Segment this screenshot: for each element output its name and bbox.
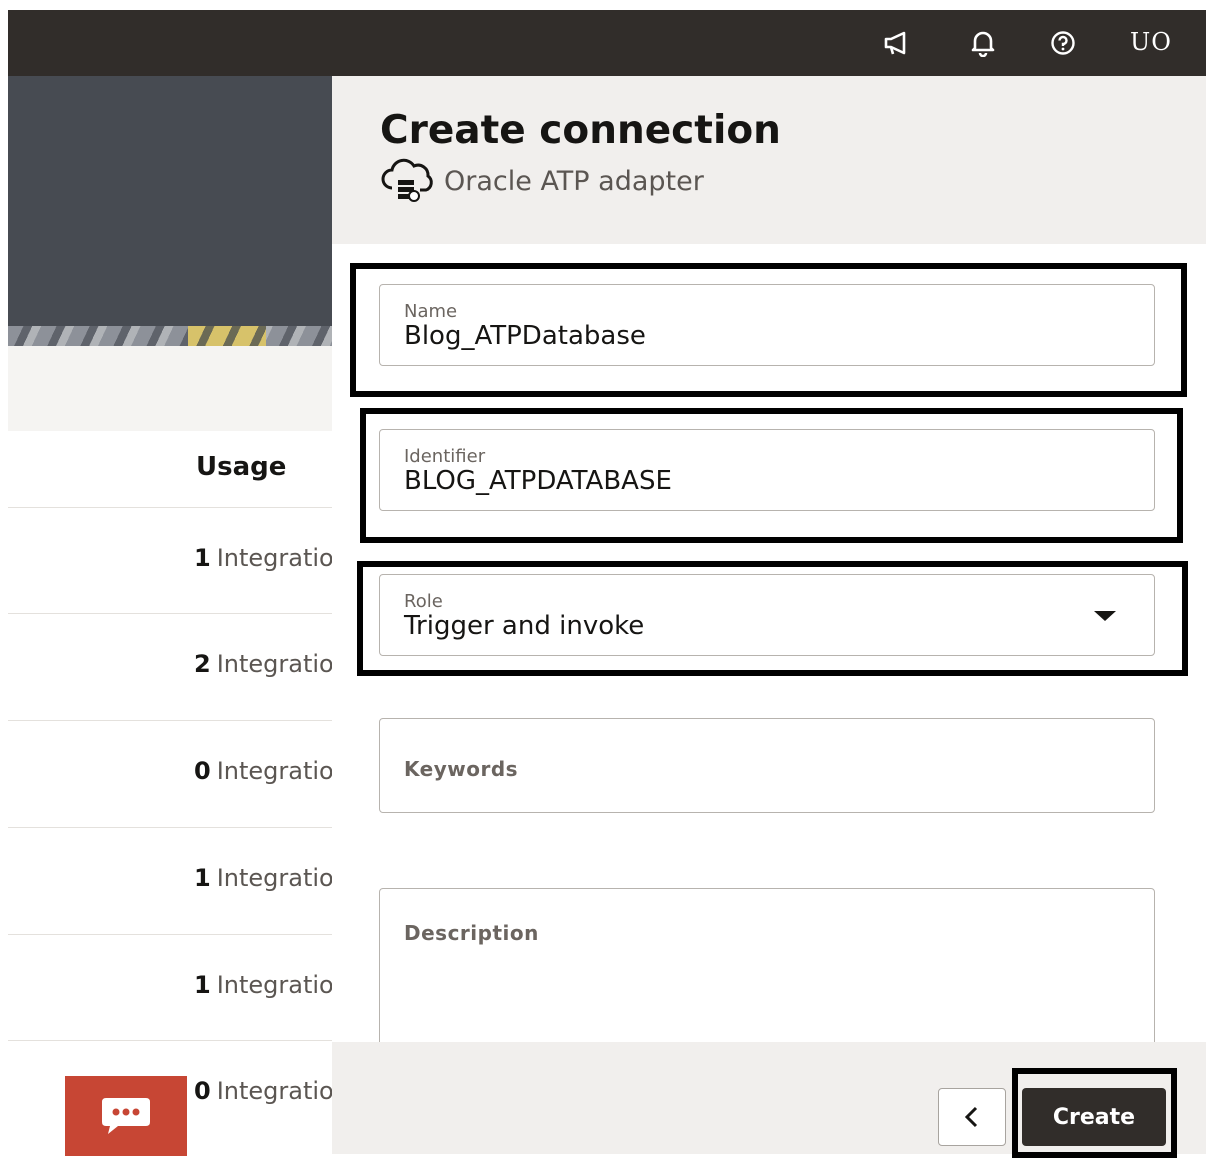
notification-bell-icon[interactable] — [958, 10, 1008, 76]
table-row[interactable]: 1Integrations — [8, 827, 332, 934]
usage-label: Integrations — [216, 1077, 332, 1105]
description-placeholder: Description — [404, 921, 539, 945]
usage-count: 1 — [194, 544, 211, 572]
table-row[interactable]: 1Integrations — [8, 507, 332, 614]
usage-label: Integrations — [216, 757, 332, 785]
chevron-left-icon — [964, 1106, 978, 1128]
description-field[interactable]: Description — [379, 888, 1155, 1058]
usage-count: 1 — [194, 864, 211, 892]
drawer-header: Create connection Oracle ATP adapter — [332, 76, 1206, 244]
adapter-name: Oracle ATP adapter — [444, 165, 704, 197]
help-icon[interactable] — [1038, 10, 1088, 76]
adapter-info: Oracle ATP adapter — [378, 158, 704, 204]
usage-count: 0 — [194, 757, 211, 785]
back-button[interactable] — [938, 1088, 1006, 1146]
highlight-box-name — [350, 263, 1187, 397]
usage-label: Integrations — [216, 544, 332, 572]
chat-bubble-icon — [102, 1098, 150, 1134]
highlight-box-identifier — [360, 408, 1183, 543]
keywords-field[interactable]: Keywords — [379, 718, 1155, 813]
drawer-title: Create connection — [380, 108, 781, 153]
hero-banner — [8, 76, 332, 346]
usage-label: Integrations — [216, 864, 332, 892]
oracle-atp-cloud-icon — [381, 158, 433, 202]
highlight-box-role — [357, 561, 1188, 676]
table-row[interactable]: 0Integrations — [8, 720, 332, 827]
usage-label: Integrations — [216, 650, 332, 678]
background-page: Usage 1Integrations 2Integrations 0Integ… — [8, 76, 332, 1156]
table-row[interactable]: 2Integrations — [8, 613, 332, 720]
highlight-box-create — [1012, 1068, 1177, 1158]
user-avatar[interactable]: UO — [1130, 28, 1172, 56]
table-row[interactable]: 1Integrations — [8, 934, 332, 1041]
usage-count: 2 — [194, 650, 211, 678]
top-bar: UO — [8, 10, 1206, 76]
usage-column-header: Usage — [196, 452, 287, 482]
announcement-icon[interactable] — [872, 10, 922, 76]
usage-label: Integrations — [216, 971, 332, 999]
hero-banner-strip — [8, 326, 332, 346]
usage-count: 1 — [194, 971, 211, 999]
chat-button[interactable] — [65, 1076, 187, 1156]
keywords-placeholder: Keywords — [404, 757, 519, 781]
usage-count: 0 — [194, 1077, 211, 1105]
filter-band — [8, 346, 332, 431]
